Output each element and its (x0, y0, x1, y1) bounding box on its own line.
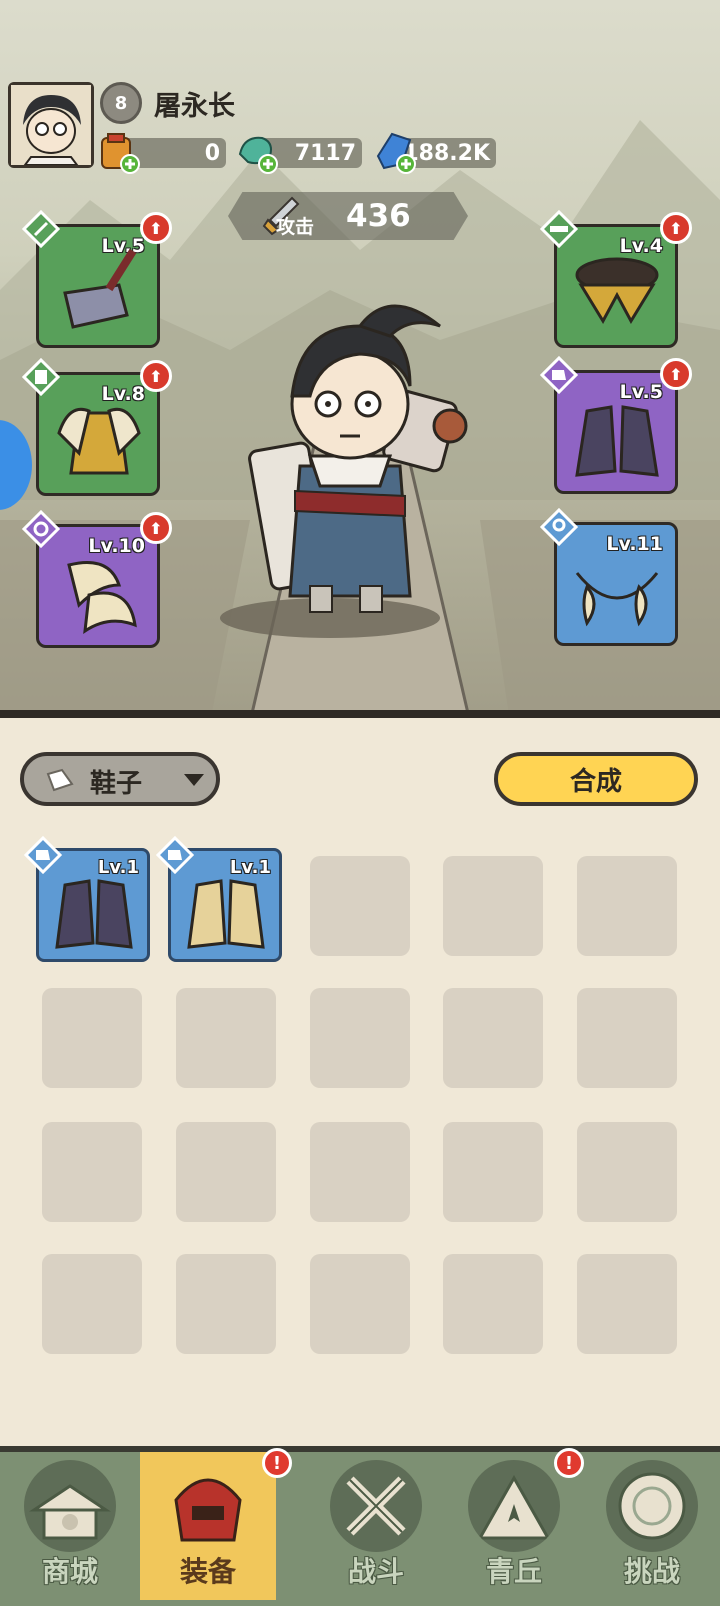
tab-battle[interactable]: 战斗 (308, 1452, 444, 1600)
resource-jade-value: 7117 (294, 140, 356, 166)
crystal-icon[interactable] (372, 130, 418, 176)
hero-character[interactable] (240, 286, 480, 626)
crossed-swords-icon (330, 1460, 422, 1552)
inventory-cell-empty[interactable] (577, 988, 677, 1088)
tab-label: 战斗 (347, 1555, 404, 1588)
inventory-cell-empty[interactable] (176, 1122, 276, 1222)
tab-label: 装备 (179, 1555, 236, 1588)
tab-equipment[interactable]: 装备 (140, 1452, 276, 1600)
inventory-cell-empty[interactable] (310, 988, 410, 1088)
upgrade-arrow-icon: ⬆ (140, 360, 172, 392)
hero-portrait-icon[interactable] (8, 82, 94, 168)
inventory-cell-empty[interactable] (577, 1122, 677, 1222)
alert-icon: ! (554, 1448, 584, 1478)
filter-label: 鞋子 (90, 769, 143, 799)
gold-boots-icon (187, 879, 265, 949)
bracer-type-icon (22, 510, 60, 548)
inventory-cell-empty[interactable] (310, 1254, 410, 1354)
inventory-cell-empty[interactable] (443, 1122, 543, 1222)
player-level: 8 (100, 82, 142, 124)
shop-icon (24, 1460, 116, 1552)
inventory-cell-empty[interactable] (443, 856, 543, 956)
alert-icon: ! (262, 1448, 292, 1478)
chevron-down-icon[interactable] (182, 772, 206, 788)
belt-icon (575, 257, 659, 325)
inventory-cell-empty[interactable] (310, 856, 410, 956)
challenge-gong-icon (606, 1460, 698, 1552)
fang-necklace-icon (575, 572, 659, 627)
dark-boots-icon (55, 879, 133, 949)
upgrade-arrow-icon: ⬆ (140, 512, 172, 544)
boots-filter-icon (46, 768, 74, 792)
tab-label: 商城 (41, 1555, 98, 1588)
dark-boots-icon (575, 405, 659, 477)
tab-label: 青丘 (485, 1555, 542, 1588)
mountain-icon (468, 1460, 560, 1552)
inventory-cell-empty[interactable] (42, 1122, 142, 1222)
boots-type-icon (24, 836, 62, 874)
upgrade-arrow-icon: ⬆ (660, 212, 692, 244)
tab-label: 挑战 (623, 1555, 680, 1588)
weapon-type-icon (22, 210, 60, 248)
battle-scene: 8 屠永长 0 7117 188.2K 攻击 436 Lv.5 ⬆ Lv.8 ⬆… (0, 0, 720, 722)
horn-bracer-icon (67, 561, 137, 635)
inventory-cell-empty[interactable] (42, 988, 142, 1088)
inventory-cell-empty[interactable] (577, 856, 677, 956)
necklace-type-icon (540, 508, 578, 546)
upgrade-arrow-icon: ⬆ (660, 358, 692, 390)
attack-label: 攻击 (276, 216, 315, 238)
upgrade-arrow-icon: ⬆ (140, 212, 172, 244)
player-name: 屠永长 (154, 91, 235, 122)
inventory-cell-empty[interactable] (577, 1254, 677, 1354)
inventory-cell-empty[interactable] (176, 1254, 276, 1354)
boots-type-icon (540, 356, 578, 394)
inventory-cell-empty[interactable] (443, 988, 543, 1088)
hammer-icon (63, 248, 137, 329)
helmet-icon (174, 1478, 242, 1542)
dragon-coin-icon[interactable] (234, 130, 280, 176)
combine-button[interactable]: 合成 (494, 752, 698, 806)
boots-type-icon (156, 836, 194, 874)
attack-value: 436 (346, 198, 411, 234)
tab-challenge[interactable]: 挑战 (584, 1452, 720, 1600)
inventory-cell-empty[interactable] (310, 1122, 410, 1222)
resource-scroll-value: 0 (204, 140, 220, 166)
inventory-cell-empty[interactable] (443, 1254, 543, 1354)
scroll-bag-icon[interactable] (96, 130, 142, 176)
inventory-cell-empty[interactable] (176, 988, 276, 1088)
armor-icon (57, 407, 141, 475)
belt-type-icon (540, 210, 578, 248)
tab-shop[interactable]: 商城 (2, 1452, 138, 1600)
armor-type-icon (22, 358, 60, 396)
inventory-cell-empty[interactable] (42, 1254, 142, 1354)
